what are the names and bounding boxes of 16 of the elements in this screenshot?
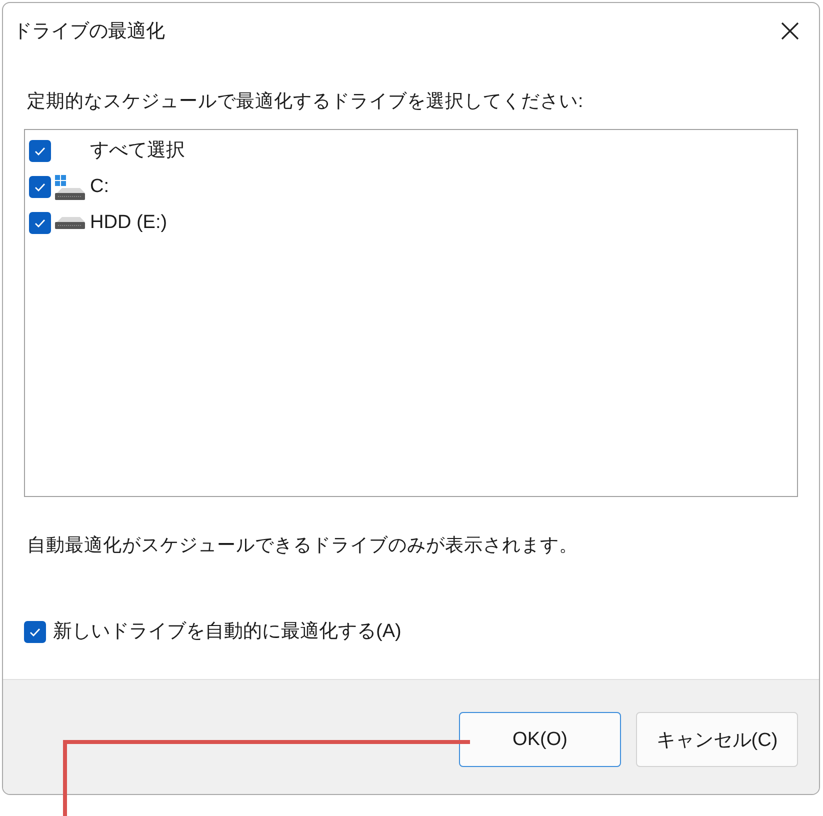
system-drive-icon xyxy=(55,174,85,200)
checkbox[interactable] xyxy=(24,621,46,643)
hard-drive-icon xyxy=(55,217,85,229)
note-text: 自動最適化がスケジュールできるドライブのみが表示されます。 xyxy=(26,533,579,557)
instruction-text: 定期的なスケジュールで最適化するドライブを選択してください: xyxy=(26,89,584,113)
drive-label[interactable]: HDD (E:) xyxy=(90,211,168,235)
close-icon[interactable] xyxy=(781,22,799,40)
cancel-button[interactable]: キャンセル(C) xyxy=(636,712,798,767)
checkbox[interactable] xyxy=(29,140,51,162)
window-title: ドライブの最適化 xyxy=(13,20,165,44)
ok-button[interactable]: OK(O) xyxy=(459,712,621,767)
drive-label[interactable]: すべて選択 xyxy=(90,139,185,163)
checkbox[interactable] xyxy=(29,212,51,234)
checkbox-label[interactable]: 新しいドライブを自動的に最適化する(A) xyxy=(53,620,402,644)
drive-label[interactable]: C: xyxy=(90,175,109,199)
checkbox[interactable] xyxy=(29,176,51,198)
